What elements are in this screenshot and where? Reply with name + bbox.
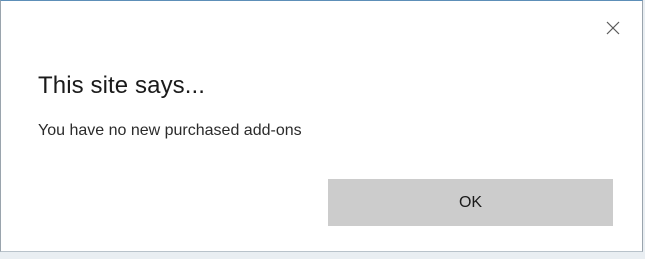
close-button[interactable] — [604, 19, 622, 37]
alert-dialog: This site says... You have no new purcha… — [0, 0, 643, 252]
ok-button[interactable]: OK — [328, 179, 613, 226]
dialog-message: You have no new purchased add-ons — [38, 122, 302, 139]
dialog-title: This site says... — [38, 72, 206, 99]
close-icon — [606, 21, 620, 35]
